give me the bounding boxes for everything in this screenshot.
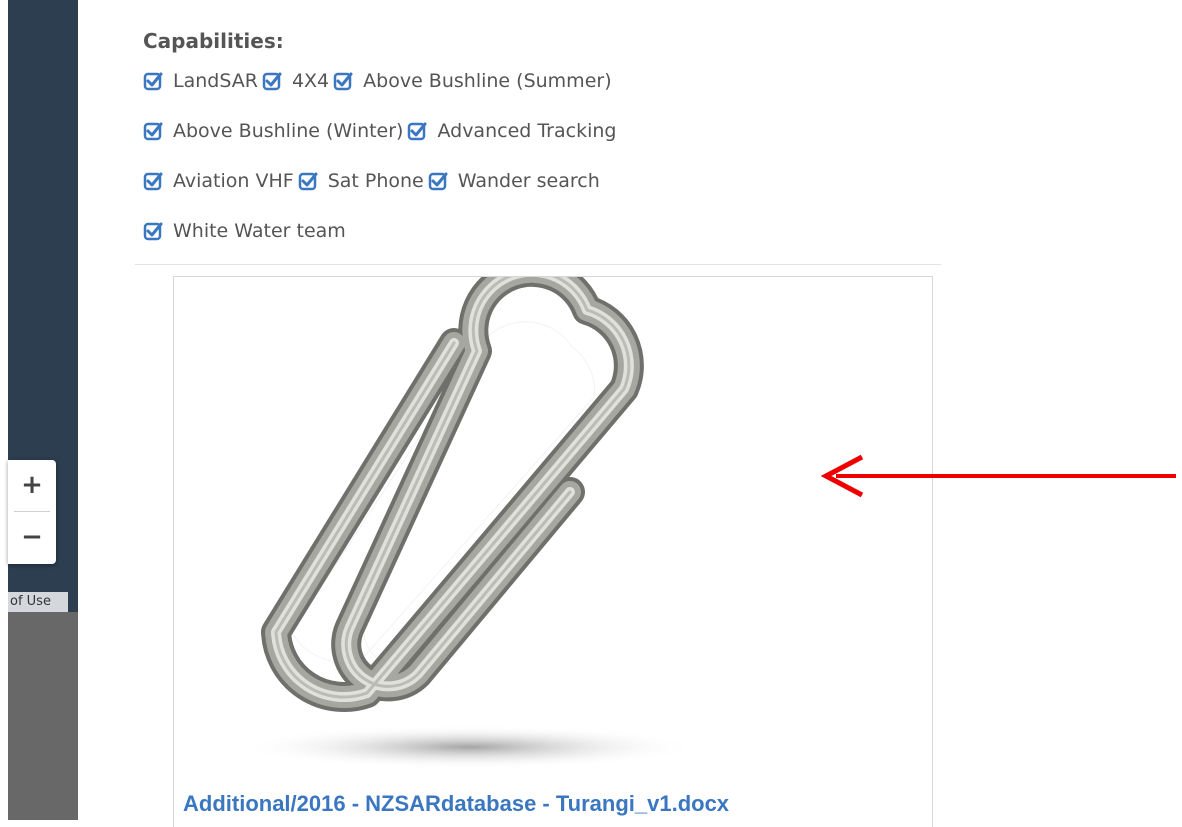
attachment-file-link[interactable]: Additional/2016 - NZSARdatabase - Turang… [183, 791, 729, 817]
attachment-card[interactable]: Additional/2016 - NZSARdatabase - Turang… [173, 276, 933, 827]
capability-label: LandSAR [173, 70, 258, 92]
capability-label: Above Bushline (Summer) [363, 70, 612, 92]
check-square-icon [333, 72, 353, 91]
capability-label: Wander search [457, 170, 600, 192]
map-zoom-control: + − [8, 460, 56, 564]
capabilities-row: Above Bushline (Winter) Advanced Trackin… [143, 106, 941, 156]
left-edge [0, 0, 8, 827]
capabilities-row: White Water team [143, 206, 941, 256]
capabilities-section: Capabilities: LandSAR 4X4 Above Bushline… [135, 26, 941, 256]
capability-item[interactable]: 4X4 [262, 70, 329, 92]
capability-item[interactable]: White Water team [143, 220, 346, 242]
capability-item[interactable]: Above Bushline (Winter) [143, 120, 403, 142]
capability-label: Sat Phone [327, 170, 424, 192]
check-square-icon [143, 72, 163, 91]
capability-label: Above Bushline (Winter) [173, 120, 404, 142]
check-square-icon [428, 172, 448, 191]
section-divider [135, 264, 941, 265]
capability-label: Advanced Tracking [437, 120, 617, 142]
capability-label: Aviation VHF [173, 170, 294, 192]
capabilities-row: Aviation VHF Sat Phone Wander search [143, 156, 941, 206]
zoom-out-button[interactable]: − [8, 512, 56, 563]
check-square-icon [143, 172, 163, 191]
check-square-icon [143, 222, 163, 241]
map-terms-of-use-link[interactable]: of Use [8, 592, 68, 612]
capabilities-row: LandSAR 4X4 Above Bushline (Summer) [143, 56, 941, 106]
map-panel[interactable] [8, 0, 78, 820]
capability-item[interactable]: LandSAR [143, 70, 258, 92]
capability-item[interactable]: Above Bushline (Summer) [333, 70, 612, 92]
check-square-icon [298, 172, 318, 191]
check-square-icon [143, 122, 163, 141]
check-square-icon [408, 122, 427, 141]
check-square-icon [262, 72, 282, 91]
capability-label: White Water team [173, 220, 346, 242]
capability-item[interactable]: Aviation VHF [143, 170, 294, 192]
capability-item[interactable]: Sat Phone [298, 170, 424, 192]
capability-item[interactable]: Advanced Tracking [407, 120, 616, 142]
red-arrow-icon [820, 454, 1176, 498]
map-tile-area[interactable] [8, 612, 78, 820]
capability-item[interactable]: Wander search [428, 170, 600, 192]
paperclip-icon [239, 277, 699, 769]
zoom-in-button[interactable]: + [8, 460, 56, 511]
capabilities-heading: Capabilities: [143, 29, 284, 53]
capability-label: 4X4 [291, 70, 330, 92]
